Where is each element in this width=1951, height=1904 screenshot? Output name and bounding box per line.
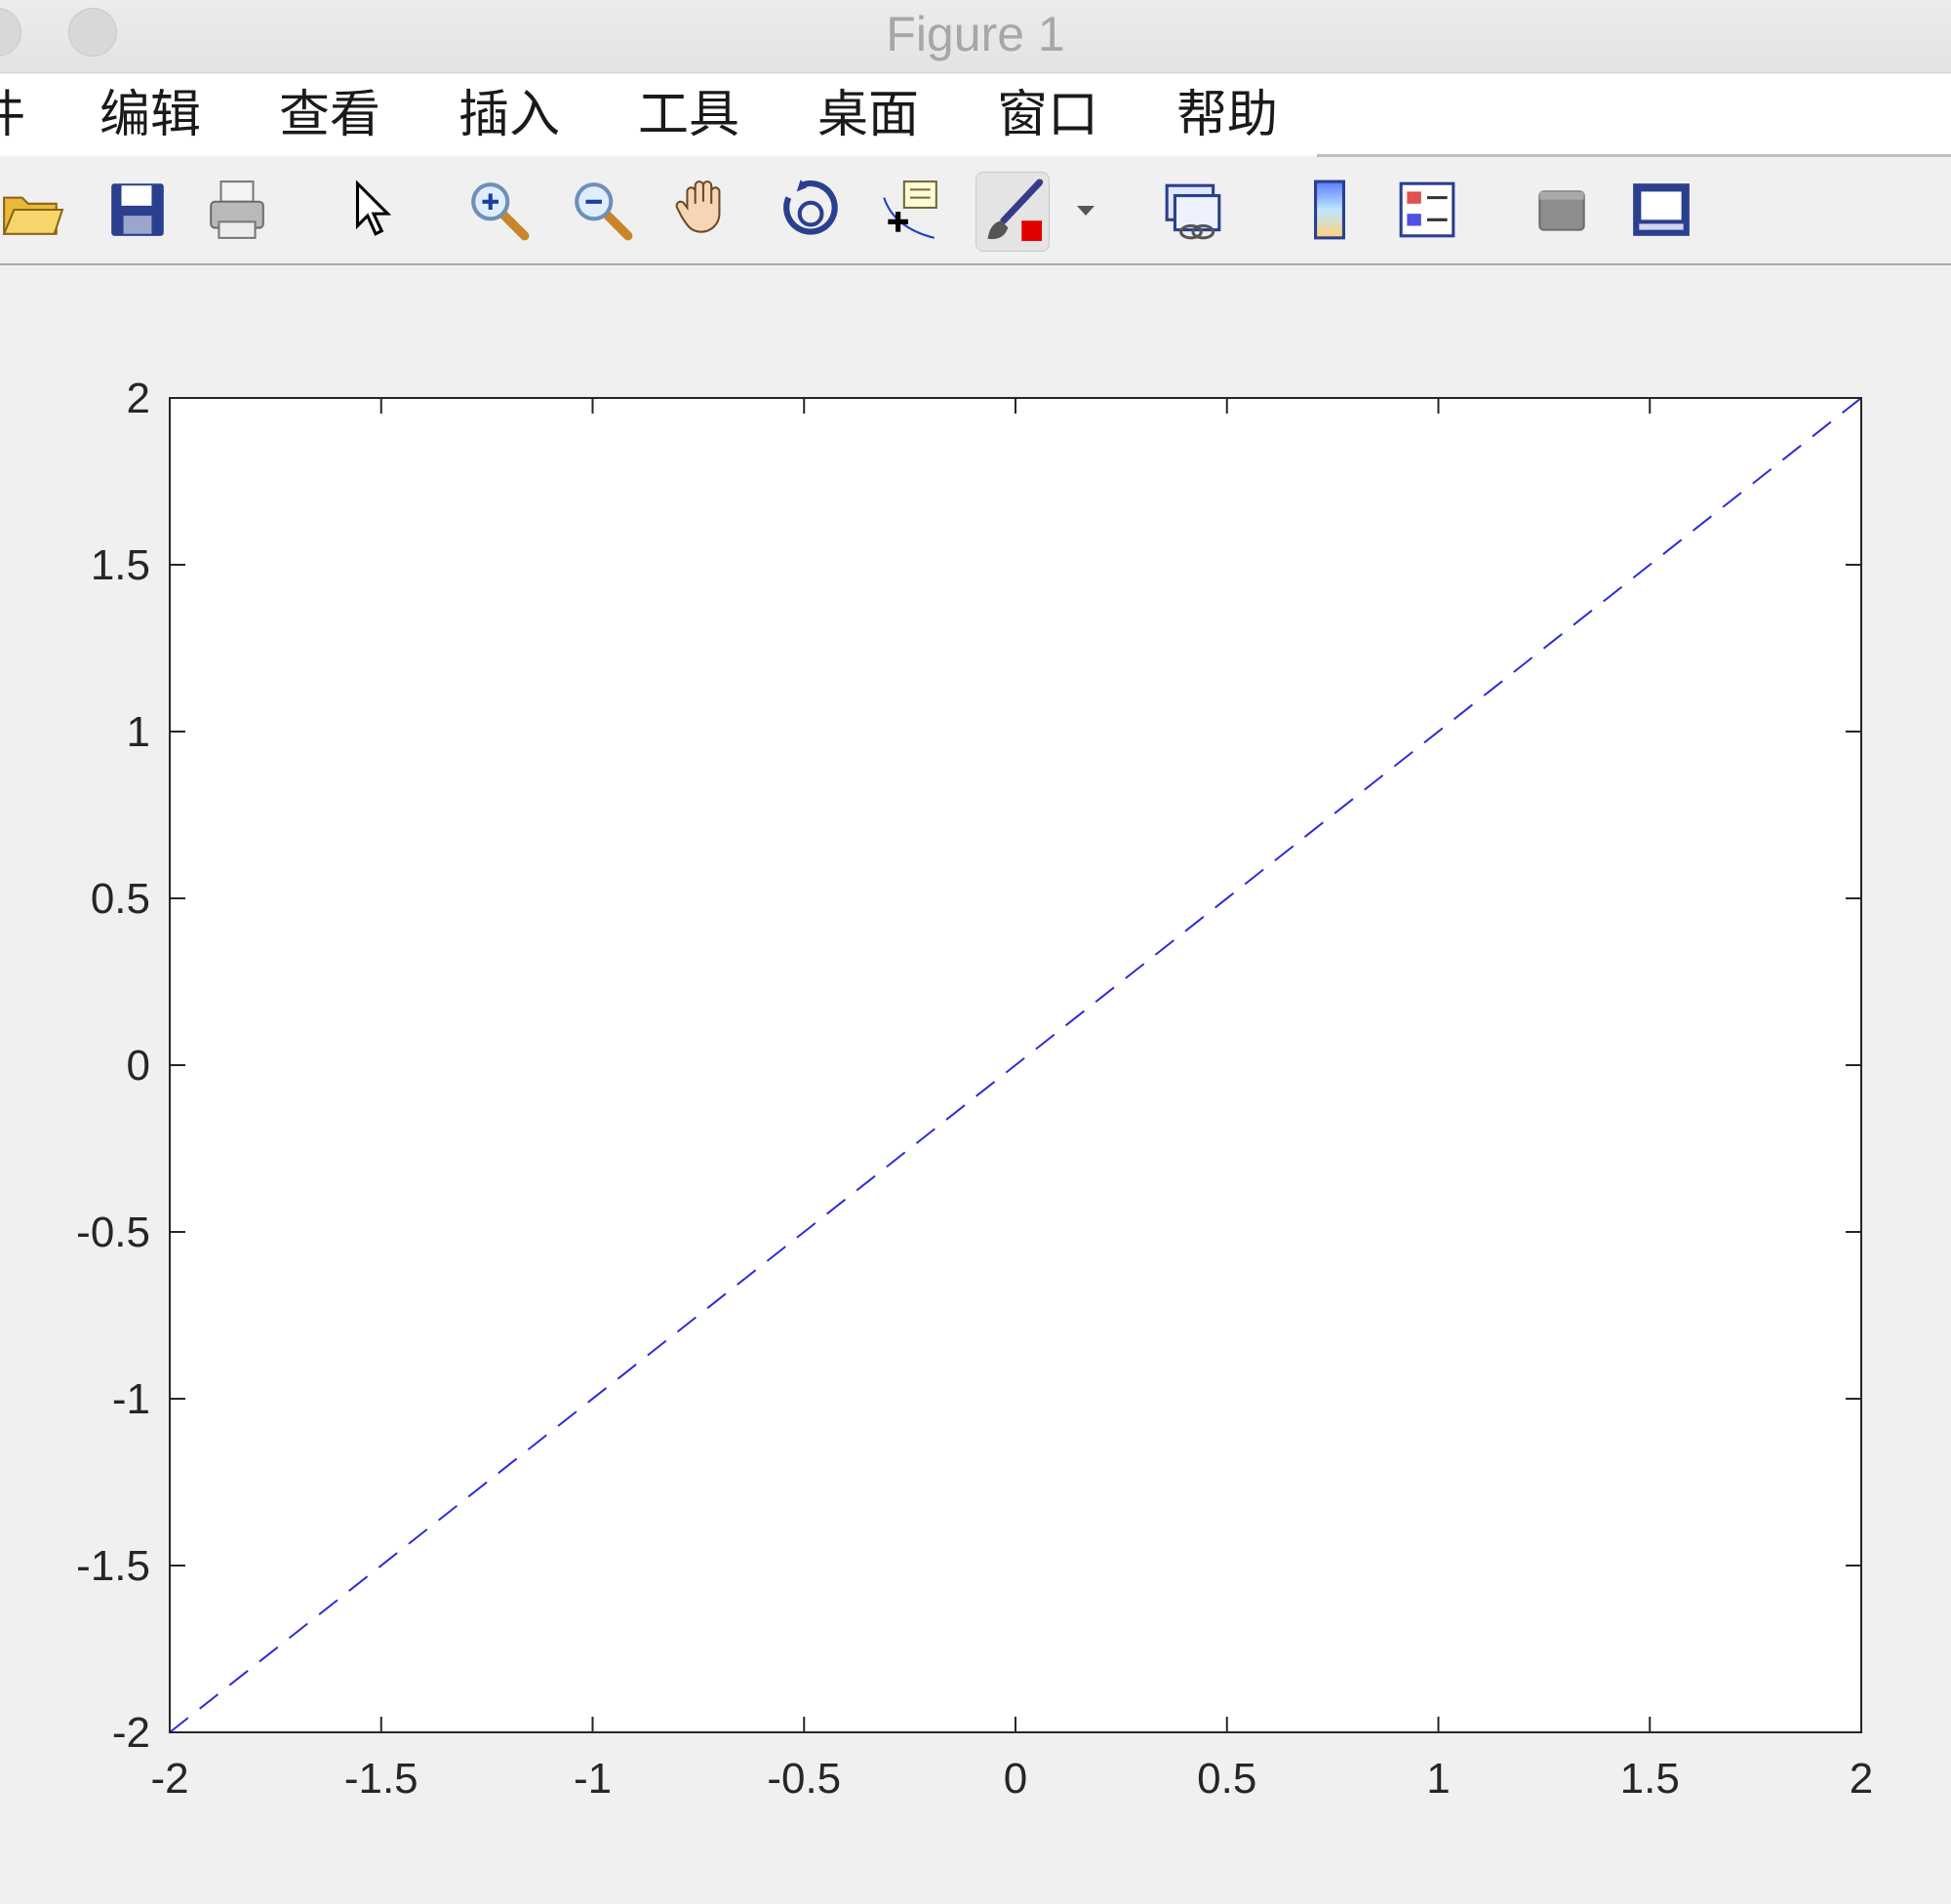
y-tick-label: -0.5	[76, 1209, 150, 1256]
open-file-icon[interactable]	[0, 178, 64, 242]
brush-icon[interactable]	[976, 172, 1050, 252]
menu-help[interactable]: 帮助	[1176, 84, 1278, 146]
legend-icon[interactable]	[1395, 178, 1459, 242]
x-tick-label: 0	[1004, 1755, 1027, 1803]
menu-window[interactable]: 窗口	[997, 84, 1098, 146]
pointer-icon[interactable]	[341, 178, 406, 242]
menubar-divider	[1317, 154, 1951, 157]
save-icon[interactable]	[105, 178, 170, 242]
menu-edit[interactable]: 编辑	[100, 84, 201, 146]
pan-icon[interactable]	[673, 178, 737, 242]
y-tick-label: 2	[127, 375, 150, 422]
data-cursor-icon[interactable]	[878, 178, 942, 242]
x-tick-label: 1	[1426, 1755, 1450, 1803]
x-tick-label: 0.5	[1197, 1755, 1256, 1803]
show-plot-tools-icon[interactable]	[1629, 178, 1693, 242]
window-title: Figure 1	[886, 7, 1065, 61]
hide-plot-tools-icon[interactable]	[1530, 178, 1594, 242]
y-tick-label: -1.5	[76, 1542, 150, 1590]
colorbar-icon[interactable]	[1297, 178, 1362, 242]
figure-toolbar	[0, 158, 1951, 265]
x-tick-label: -0.5	[767, 1755, 841, 1803]
x-tick-label: -1	[574, 1755, 612, 1803]
line-chart[interactable]: -2 -1.5 -1 -0.5 0 0.5 1 1.5 2 -2 -1.5 -1 -0.5 0 0.5 1 1.…	[0, 265, 1951, 1904]
menu-insert[interactable]: 插入	[458, 84, 560, 146]
print-icon[interactable]	[205, 178, 269, 242]
y-tick-label: 0.5	[91, 875, 150, 923]
x-tick-label: -1.5	[344, 1755, 418, 1803]
title-bar: Figure 1	[0, 0, 1951, 73]
x-tick-label: 1.5	[1620, 1755, 1680, 1803]
y-tick-label: 1.5	[91, 541, 150, 589]
link-plot-icon[interactable]	[1161, 178, 1225, 242]
menu-desktop[interactable]: 桌面	[817, 84, 919, 146]
rotate-3d-icon[interactable]	[776, 178, 841, 242]
menu-tools[interactable]: 工具	[638, 84, 739, 146]
y-tick-label: 1	[127, 708, 150, 756]
menu-view[interactable]: 查看	[279, 84, 380, 146]
y-tick-label: 0	[127, 1042, 150, 1090]
figure-canvas: -2 -1.5 -1 -0.5 0 0.5 1 1.5 2 -2 -1.5 -1 -0.5 0 0.5 1 1.…	[0, 265, 1951, 1904]
x-tick-label: -2	[150, 1755, 188, 1803]
y-tick-label: -2	[112, 1709, 150, 1757]
zoom-out-icon[interactable]	[570, 178, 634, 242]
menu-file[interactable]: 件	[0, 84, 25, 146]
zoom-in-icon[interactable]	[466, 178, 531, 242]
brush-dropdown-icon[interactable]	[1071, 178, 1100, 242]
x-tick-label: 2	[1850, 1755, 1873, 1803]
menu-bar: 件 编辑 查看 插入 工具 桌面 窗口 帮助	[0, 74, 1951, 156]
y-tick-label: -1	[112, 1375, 150, 1423]
